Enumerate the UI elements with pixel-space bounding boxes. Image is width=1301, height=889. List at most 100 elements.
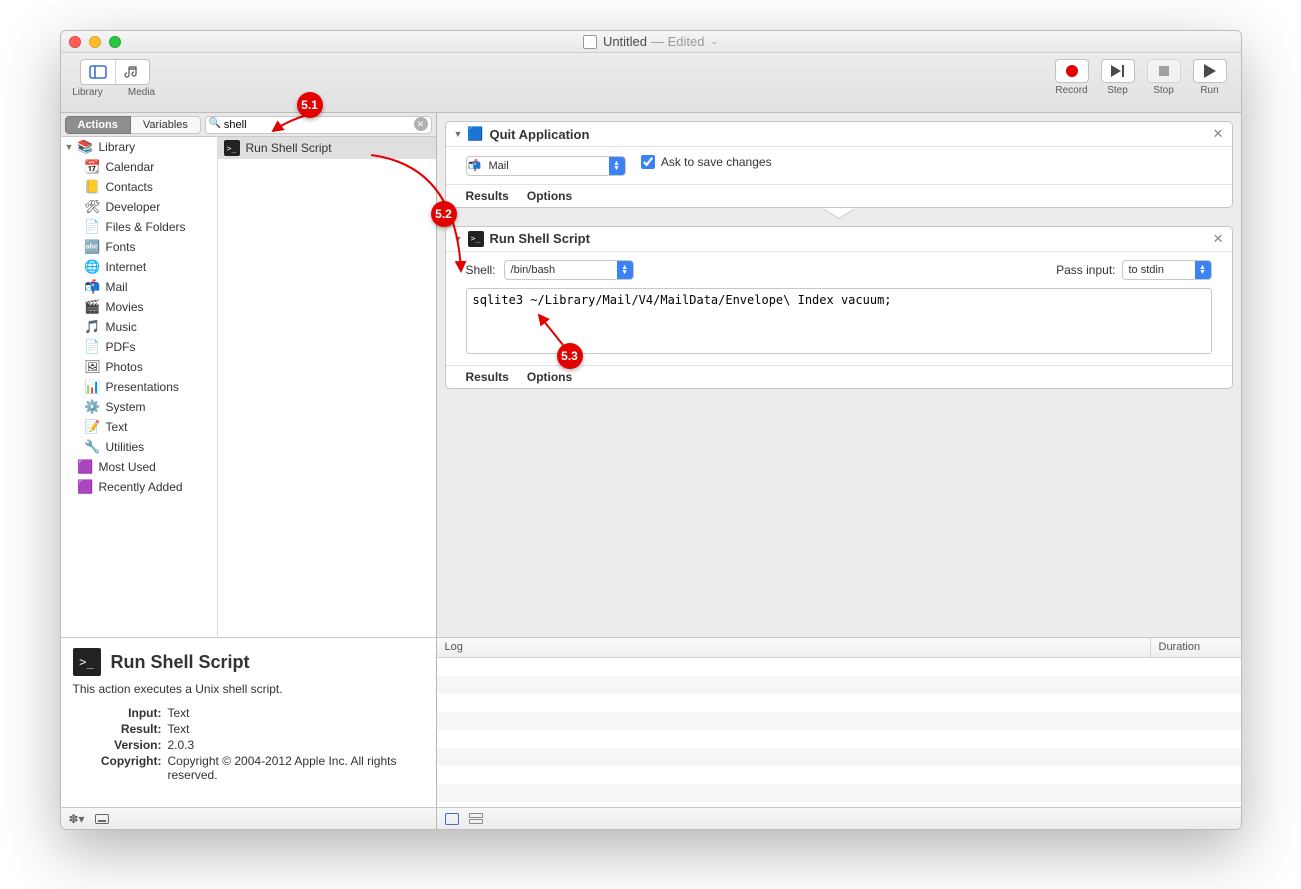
tree-pdfs[interactable]: 📄PDFs [61,337,217,357]
titlebar: Untitled — Edited ⌄ [61,31,1241,53]
automator-window: Untitled — Edited ⌄ Library Media Record [60,30,1242,830]
library-media-group: Library Media [71,59,159,98]
chevron-updown-icon: ▲▼ [609,157,625,175]
text-icon: 📝 [85,419,101,435]
chevron-updown-icon: ▲▼ [617,261,633,279]
annotation-5-3: 5.3 [557,343,583,369]
tree-text[interactable]: 📝Text [61,417,217,437]
movies-icon: 🎬 [85,299,101,315]
left-status-bar: ✽▾ [61,807,436,829]
title-dropdown-caret[interactable]: ⌄ [711,36,719,47]
remove-action-button[interactable]: ✕ [1213,231,1224,247]
tab-actions[interactable]: Actions [65,116,131,134]
tree-most-used[interactable]: 🟪Most Used [61,457,217,477]
step-label: Step [1107,85,1128,96]
stop-button[interactable] [1147,59,1181,83]
card-title: Quit Application [490,127,590,142]
stop-label: Stop [1153,85,1174,96]
record-button[interactable] [1055,59,1089,83]
clear-search-button[interactable]: ✕ [414,117,428,131]
pdfs-icon: 📄 [85,339,101,355]
action-card-quit-application: ▼ 🟦 Quit Application ✕ 📬 Mail ▲▼ [445,121,1233,208]
record-label: Record [1055,85,1087,96]
tree-system[interactable]: ⚙️System [61,397,217,417]
chevron-updown-icon: ▲▼ [1195,261,1211,279]
log-rows[interactable] [437,658,1241,807]
results-tab[interactable]: Results [466,370,509,384]
tree-fonts[interactable]: 🔤Fonts [61,237,217,257]
tree-movies[interactable]: 🎬Movies [61,297,217,317]
run-button[interactable] [1193,59,1227,83]
tree-recently-added[interactable]: 🟪Recently Added [61,477,217,497]
library-root[interactable]: ▼📚Library [61,137,217,157]
gear-menu[interactable]: ✽▾ [69,812,85,826]
media-button[interactable] [115,60,149,84]
internet-icon: 🌐 [85,259,101,275]
play-icon [1204,64,1216,78]
info-title: Run Shell Script [111,652,250,673]
tree-developer[interactable]: 🛠Developer [61,197,217,217]
annotation-arrow-5-2 [361,151,491,291]
calendar-icon: 📆 [85,159,101,175]
options-tab[interactable]: Options [527,189,572,203]
toggle-description-button[interactable] [95,814,109,824]
info-description: This action executes a Unix shell script… [73,682,424,696]
disclosure-triangle[interactable]: ▼ [454,129,462,139]
mail-icon: 📬 [85,279,101,295]
log-header: Log Duration [437,638,1241,658]
stop-icon [1159,66,1169,76]
contacts-icon: 📒 [85,179,101,195]
log-column-duration[interactable]: Duration [1151,638,1241,657]
tree-utilities[interactable]: 🔧Utilities [61,437,217,457]
tree-internet[interactable]: 🌐Internet [61,257,217,277]
options-tab[interactable]: Options [527,370,572,384]
tree-contacts[interactable]: 📒Contacts [61,177,217,197]
tree-calendar[interactable]: 📆Calendar [61,157,217,177]
shell-popup[interactable]: /bin/bash ▲▼ [504,260,634,280]
tree-presentations[interactable]: 📊Presentations [61,377,217,397]
workflow-pane: ▼ 🟦 Quit Application ✕ 📬 Mail ▲▼ [437,113,1241,829]
run-label: Run [1200,85,1218,96]
pass-input-label: Pass input: [1056,263,1115,277]
library-tabs: Actions Variables [65,116,201,134]
library-tree[interactable]: ▼📚Library 📆Calendar 📒Contacts 🛠Developer… [61,137,217,637]
pass-input-popup[interactable]: to stdin ▲▼ [1122,260,1212,280]
ask-save-input[interactable] [641,155,655,169]
tree-music[interactable]: 🎵Music [61,317,217,337]
remove-action-button[interactable]: ✕ [1213,126,1224,142]
smart-folder-icon: 🟪 [78,459,94,475]
tree-mail[interactable]: 📬Mail [61,277,217,297]
window-title: Untitled — Edited ⌄ [61,34,1241,49]
view-mode-list-button[interactable] [445,813,459,825]
action-connector [445,208,1233,222]
ask-save-checkbox[interactable]: Ask to save changes [641,155,772,169]
search-input[interactable] [205,116,432,134]
search-field: 🔍 ✕ [205,116,432,134]
fonts-icon: 🔤 [85,239,101,255]
edited-indicator: — Edited [651,34,704,49]
files-icon: 📄 [85,219,101,235]
card-title: Run Shell Script [490,231,590,246]
photos-icon: 🖼 [85,359,101,375]
step-icon [1111,65,1121,77]
info-pane: >_ Run Shell Script This action executes… [61,637,436,807]
library-icon: 📚 [78,139,94,155]
document-icon [583,35,597,49]
tree-files-folders[interactable]: 📄Files & Folders [61,217,217,237]
step-button[interactable] [1101,59,1135,83]
view-mode-grid-button[interactable] [469,813,483,824]
smart-folder-icon: 🟪 [78,479,94,495]
music-icon: 🎵 [85,319,101,335]
presentations-icon: 📊 [85,379,101,395]
workflow-canvas[interactable]: ▼ 🟦 Quit Application ✕ 📬 Mail ▲▼ [437,113,1241,637]
library-label: Library [71,87,105,98]
library-button[interactable] [81,60,115,84]
terminal-icon: >_ [224,140,240,156]
log-column-log[interactable]: Log [437,638,1151,657]
toolbar: Library Media Record Step Stop Run [61,53,1241,113]
quit-app-icon: 🟦 [468,126,484,142]
tree-photos[interactable]: 🖼Photos [61,357,217,377]
tab-variables[interactable]: Variables [131,116,201,134]
media-label: Media [125,87,159,98]
log-pane: Log Duration [437,637,1241,807]
